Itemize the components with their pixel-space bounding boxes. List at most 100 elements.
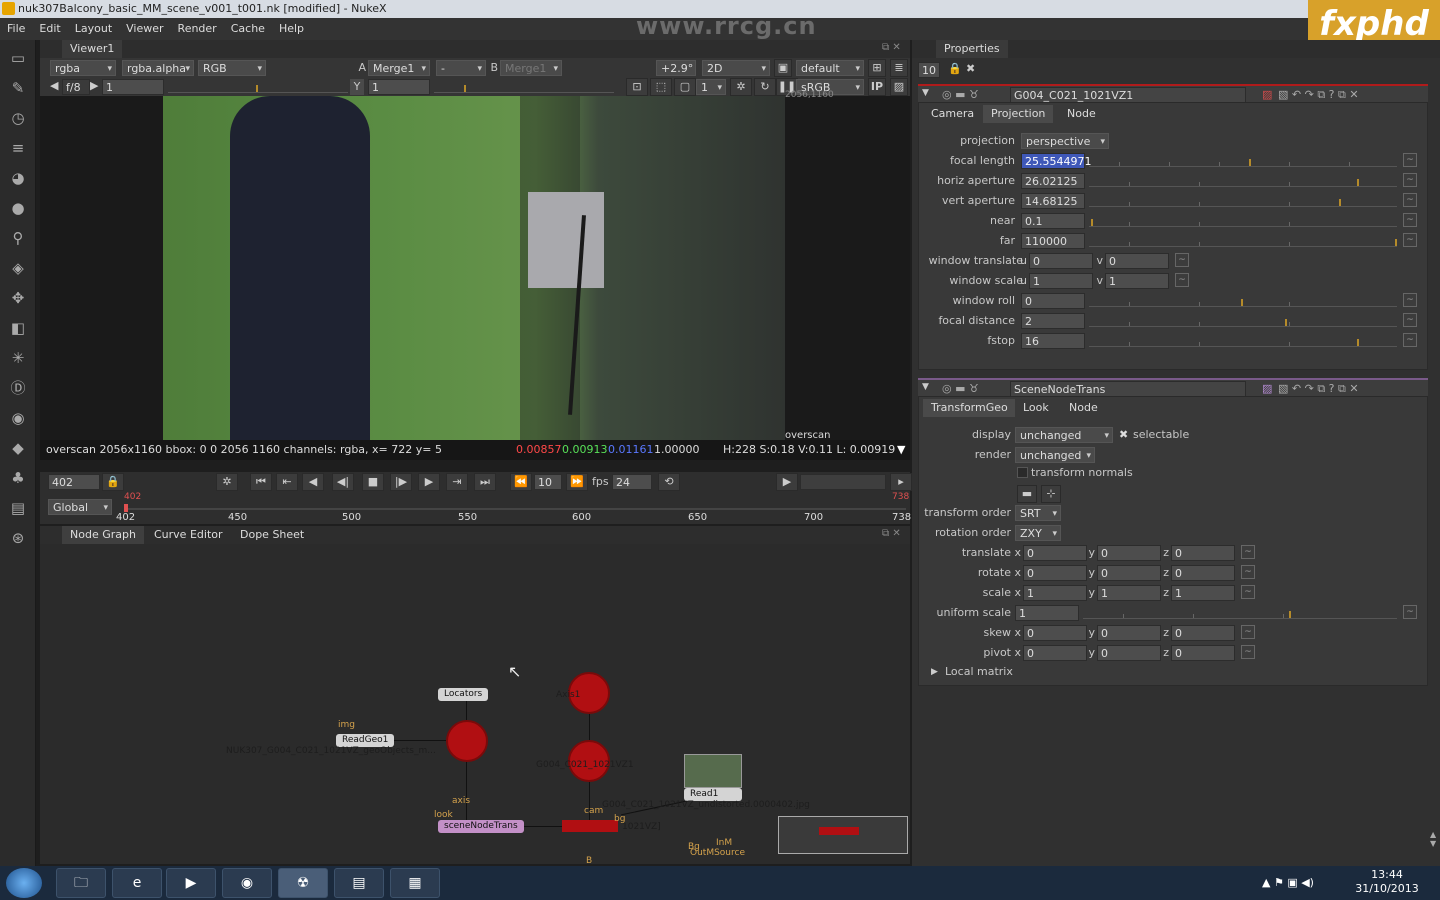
local-matrix-toggle[interactable]: Local matrix xyxy=(945,664,1013,680)
a-input-dropdown[interactable]: Merge1 xyxy=(368,60,430,77)
node-actions-icon[interactable]: ▧ ↶ ↷ ⧉ ? ⧉ ✕ xyxy=(1278,382,1359,396)
node-actions-icon[interactable]: ▧ ↶ ↷ ⧉ ? ⧉ ✕ xyxy=(1278,88,1359,102)
gamma-toggle[interactable]: Y xyxy=(350,79,364,95)
first-frame-icon[interactable]: ⏮ xyxy=(250,473,272,491)
refresh-icon[interactable]: ↻ xyxy=(754,78,776,96)
animation-icon[interactable]: ~ xyxy=(1403,213,1417,227)
tab-dope-sheet[interactable]: Dope Sheet xyxy=(232,526,313,544)
lock-properties-icon[interactable]: 🔒 xyxy=(948,62,962,75)
play-backward-icon[interactable]: ◀| xyxy=(332,473,354,491)
proxy-dropdown[interactable]: 1 xyxy=(696,79,726,96)
menu-file[interactable]: File xyxy=(0,18,32,40)
display-style-dropdown[interactable]: RGB xyxy=(198,60,266,77)
node-color-icon[interactable]: ▨ xyxy=(1262,382,1272,395)
channel-nodes-icon[interactable]: ≡ xyxy=(8,138,28,158)
tab-transformgeo[interactable]: TransformGeo xyxy=(923,399,1016,417)
gain-dropdown[interactable]: +2.9° xyxy=(656,60,696,93)
tab-node[interactable]: Node xyxy=(1059,105,1104,123)
pivot-z[interactable]: 0 xyxy=(1171,645,1235,661)
gain-slider[interactable] xyxy=(168,79,348,93)
animation-icon[interactable]: ~ xyxy=(1403,153,1417,167)
ip-button[interactable]: IP xyxy=(868,78,886,96)
prev-keyframe-icon[interactable]: ⇤ xyxy=(276,473,298,491)
window-translate-v[interactable]: 0 xyxy=(1105,253,1169,269)
translate-z[interactable]: 0 xyxy=(1171,545,1235,561)
fstop-decrement-icon[interactable]: ◀ xyxy=(50,79,58,92)
menu-help[interactable]: Help xyxy=(272,18,311,40)
collapse-icon[interactable]: ▼ xyxy=(922,382,929,392)
fps-field[interactable]: 24 xyxy=(612,474,652,490)
skew-y[interactable]: 0 xyxy=(1097,625,1161,641)
node-graph[interactable]: Locators ReadGeo1 img NUK307_G004_C021_1… xyxy=(40,544,910,866)
selectable-checkbox[interactable]: ✖ xyxy=(1119,428,1128,441)
near-field[interactable]: 0.1 xyxy=(1021,213,1085,229)
other-nodes-icon[interactable]: ▤ xyxy=(8,498,28,518)
timeline-track[interactable] xyxy=(124,508,906,510)
firefox-icon[interactable]: ◉ xyxy=(222,868,272,898)
app-icon-2[interactable]: ▦ xyxy=(390,868,440,898)
playback-settings-icon[interactable]: ✲ xyxy=(216,473,238,491)
particles-nodes-icon[interactable]: ✳ xyxy=(8,348,28,368)
explorer-icon[interactable]: 🗀 xyxy=(56,868,106,898)
far-slider[interactable] xyxy=(1089,233,1397,247)
viewer-float-icon[interactable]: ⧉ ✕ xyxy=(882,42,901,53)
clip-warning-icon[interactable]: ▨ xyxy=(890,78,908,96)
uniform-scale-field[interactable]: 1 xyxy=(1015,605,1079,621)
menu-cache[interactable]: Cache xyxy=(224,18,272,40)
window-roll-field[interactable]: 0 xyxy=(1021,293,1085,309)
transform-nodes-icon[interactable]: ✥ xyxy=(8,288,28,308)
color-nodes-icon[interactable]: ◕ xyxy=(8,168,28,188)
wipe-mode-dropdown[interactable]: - xyxy=(436,60,486,77)
frame-increment-field[interactable]: 10 xyxy=(534,474,562,490)
axis-file-icon[interactable]: ▬ xyxy=(1017,485,1037,503)
filter-nodes-icon[interactable]: ● xyxy=(8,198,28,218)
fstop-value[interactable]: f/8 xyxy=(62,79,90,95)
system-clock[interactable]: 13:44 31/10/2013 xyxy=(1352,868,1422,896)
horiz-aperture-slider[interactable] xyxy=(1089,173,1397,187)
camera-node-name[interactable]: G004_C021_1021VZ1 xyxy=(1010,87,1246,103)
translate-x[interactable]: 0 xyxy=(1023,545,1087,561)
animation-icon[interactable]: ~ xyxy=(1175,273,1189,287)
read-thumbnail[interactable] xyxy=(684,754,742,788)
animation-icon[interactable]: ~ xyxy=(1403,233,1417,247)
menu-edit[interactable]: Edit xyxy=(32,18,67,40)
scenenodetrans-node[interactable]: sceneNodeTrans xyxy=(438,820,524,833)
locators-node[interactable]: Locators xyxy=(438,688,489,701)
rotate-z[interactable]: 0 xyxy=(1171,565,1235,581)
animation-icon[interactable]: ~ xyxy=(1403,193,1417,207)
render-pause-icon[interactable]: ✲ xyxy=(730,78,752,96)
focal-distance-field[interactable]: 2 xyxy=(1021,313,1085,329)
scale-z[interactable]: 1 xyxy=(1171,585,1235,601)
flipbook-icon[interactable]: ▶ xyxy=(776,473,798,491)
collapse-icon[interactable]: ▼ xyxy=(922,88,929,98)
far-field[interactable]: 110000 xyxy=(1021,233,1085,249)
scanline-render-node[interactable] xyxy=(562,820,618,832)
timeline-playhead[interactable] xyxy=(124,504,128,512)
tab-node[interactable]: Node xyxy=(1061,399,1106,417)
pivot-y[interactable]: 0 xyxy=(1097,645,1161,661)
3d-nodes-icon[interactable]: ◧ xyxy=(8,318,28,338)
rotate-y[interactable]: 0 xyxy=(1097,565,1161,581)
view-mode-dropdown[interactable]: 2D xyxy=(702,60,770,77)
scene-node[interactable] xyxy=(446,720,488,762)
tray-icons[interactable]: ▲ ⚑ ▣ ◀) xyxy=(1262,876,1314,889)
info-expand-icon[interactable]: ▼ xyxy=(897,440,905,460)
furnace-nodes-icon[interactable]: ⊛ xyxy=(8,528,28,548)
skew-x[interactable]: 0 xyxy=(1023,625,1087,641)
tab-camera[interactable]: Camera xyxy=(923,105,983,123)
transform-normals-checkbox[interactable] xyxy=(1017,467,1028,478)
fstop-increment-icon[interactable]: ▶ xyxy=(90,79,98,92)
max-panels-field[interactable]: 10 xyxy=(918,62,940,78)
uniform-scale-slider[interactable] xyxy=(1083,605,1397,619)
node-color-icon[interactable]: ▨ xyxy=(1262,88,1272,101)
animation-icon[interactable]: ~ xyxy=(1241,645,1255,659)
render-dropdown[interactable]: unchanged xyxy=(1015,447,1095,464)
tab-projection[interactable]: Projection xyxy=(983,105,1054,123)
region-icon[interactable]: ⬚ xyxy=(650,78,672,96)
lut-icon[interactable]: ▣ xyxy=(774,59,792,77)
animation-icon[interactable]: ~ xyxy=(1241,625,1255,639)
rotate-x[interactable]: 0 xyxy=(1023,565,1087,581)
window-translate-u[interactable]: 0 xyxy=(1029,253,1093,269)
start-button[interactable] xyxy=(6,868,42,898)
gamma-slider[interactable] xyxy=(434,79,614,93)
